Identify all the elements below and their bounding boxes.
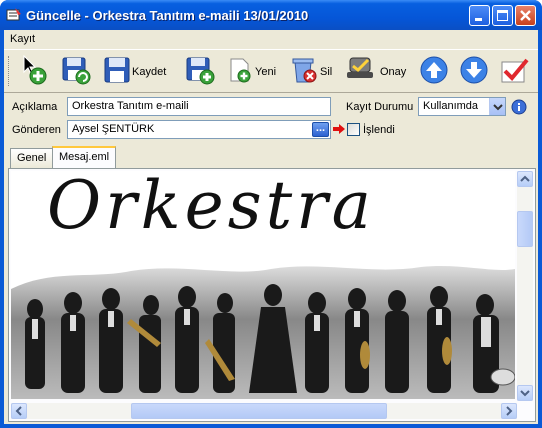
email-preview: Orkestra	[11, 171, 515, 399]
orchestra-photo	[11, 259, 515, 399]
chevron-left-icon	[15, 406, 22, 416]
save-icon	[104, 57, 130, 83]
delete-button[interactable]: Sil	[288, 54, 336, 90]
new-label: Yeni	[255, 66, 277, 78]
toolbar-grip[interactable]	[8, 56, 11, 86]
chevron-right-icon	[506, 406, 513, 416]
description-label: Açıklama	[12, 101, 58, 113]
title-bar[interactable]: Güncelle - Orkestra Tanıtım e-maili 13/0…	[0, 0, 542, 30]
info-icon[interactable]	[511, 99, 527, 115]
menu-bar: Kayıt	[4, 30, 538, 48]
arrow-down-icon	[460, 56, 488, 84]
new-document-icon	[230, 58, 251, 83]
status-value: Kullanımda	[423, 100, 479, 112]
app-window: Güncelle - Orkestra Tanıtım e-maili 13/0…	[0, 0, 542, 428]
chevron-down-icon[interactable]	[489, 98, 505, 115]
status-label: Kayıt Durumu	[346, 101, 414, 113]
toolbar: Kaydet Yeni Sil Onay	[4, 49, 538, 93]
horizontal-scroll-thumb[interactable]	[131, 403, 387, 419]
new-button[interactable]: Yeni	[226, 54, 278, 90]
add-button[interactable]	[18, 54, 52, 90]
scroll-right-button[interactable]	[501, 403, 517, 419]
tab-genel[interactable]: Genel	[10, 148, 54, 168]
window-title: Güncelle - Orkestra Tanıtım e-maili 13/0…	[26, 8, 309, 23]
save-add-icon	[186, 57, 215, 85]
client-area: Kayıt Kaydet Yeni Sil Onay Açıklama Orke…	[4, 30, 538, 424]
add-record-icon	[23, 54, 47, 85]
scroll-down-button[interactable]	[517, 385, 533, 401]
vertical-scroll-thumb[interactable]	[517, 211, 533, 247]
processed-label: İşlendi	[363, 124, 395, 136]
save-button[interactable]: Kaydet	[102, 54, 174, 90]
processed-checkbox[interactable]	[347, 123, 360, 136]
save-label: Kaydet	[132, 66, 167, 78]
app-icon	[6, 8, 21, 21]
approve-stamp-icon	[347, 57, 373, 78]
status-select[interactable]: Kullanımda	[418, 97, 506, 116]
scroll-up-button[interactable]	[517, 171, 533, 187]
chevron-down-icon	[520, 390, 530, 397]
minimize-button[interactable]	[469, 5, 490, 26]
maximize-button[interactable]	[492, 5, 513, 26]
delete-label: Sil	[320, 66, 333, 78]
approve-button[interactable]: Onay	[344, 54, 408, 90]
save-new-button[interactable]	[184, 54, 218, 90]
browse-sender-button[interactable]: ...	[312, 122, 329, 137]
close-button[interactable]	[515, 5, 536, 26]
delete-icon	[292, 58, 317, 83]
arrow-up-icon	[420, 56, 448, 84]
approve-label: Onay	[380, 66, 407, 78]
horizontal-scrollbar[interactable]	[11, 403, 517, 419]
save-refresh-button[interactable]	[60, 54, 94, 90]
red-arrow-icon	[333, 124, 345, 134]
message-panel: Orkestra	[8, 168, 536, 422]
confirm-button[interactable]	[498, 54, 532, 90]
email-headline: Orkestra	[47, 171, 376, 244]
maximize-icon	[497, 10, 508, 21]
description-input[interactable]: Orkestra Tanıtım e-maili	[67, 97, 331, 116]
checkmark-icon	[501, 58, 529, 83]
browse-label: ...	[315, 122, 326, 134]
close-icon	[520, 10, 531, 21]
sender-label: Gönderen	[12, 124, 61, 136]
tab-mesaj-eml[interactable]: Mesaj.eml	[52, 146, 117, 168]
save-refresh-icon	[62, 57, 91, 85]
next-record-button[interactable]	[458, 54, 490, 90]
chevron-up-icon	[520, 175, 530, 182]
sender-input[interactable]: Aysel ŞENTÜRK	[67, 120, 331, 139]
scroll-left-button[interactable]	[11, 403, 27, 419]
minimize-icon	[475, 18, 482, 21]
vertical-scrollbar[interactable]	[517, 171, 533, 401]
menu-item-kayit[interactable]: Kayıt	[10, 33, 35, 45]
previous-record-button[interactable]	[418, 54, 450, 90]
